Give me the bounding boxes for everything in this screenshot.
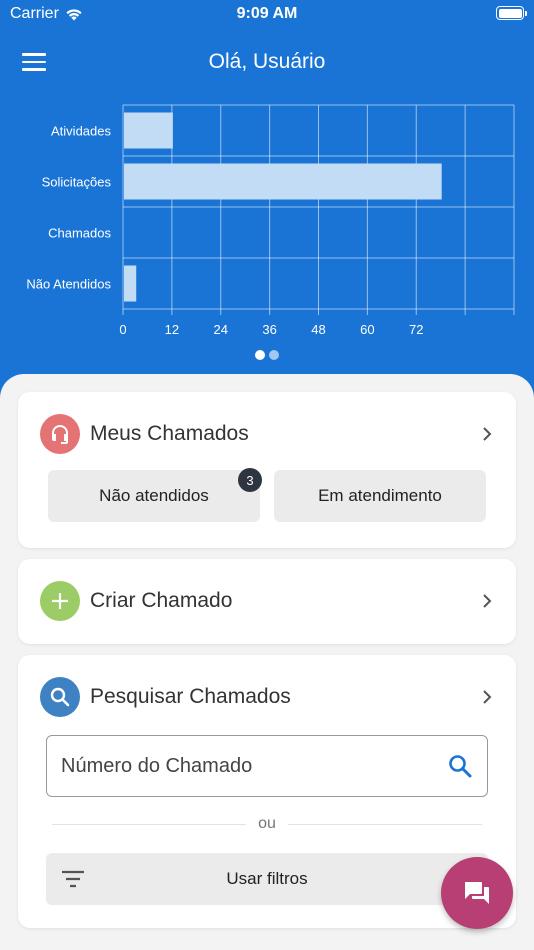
or-divider: ou [52, 815, 483, 833]
chart-category-label: Atividades [51, 124, 111, 139]
chart-x-tick-label: 72 [409, 322, 423, 337]
nao-atendidos-badge: 3 [238, 468, 262, 492]
chart-category-label: Solicitações [42, 175, 112, 190]
criar-chamado-header[interactable]: Criar Chamado [40, 581, 494, 621]
chart-x-tick-label: 24 [214, 322, 228, 337]
greeting-title: Olá, Usuário [208, 50, 326, 73]
summary-chart: Atividades Solicitações Chamados Não Atendi… [0, 96, 534, 346]
em-atendimento-button[interactable]: Em atendimento [274, 470, 486, 522]
chart-x-tick-label: 12 [165, 322, 179, 337]
chart-bar[interactable] [124, 112, 173, 149]
battery-icon [496, 6, 527, 20]
nao-atendidos-button[interactable]: Não atendidos 3 [48, 468, 262, 522]
em-atendimento-label: Em atendimento [318, 486, 442, 505]
headset-icon [40, 414, 80, 454]
chart-bar[interactable] [124, 163, 442, 200]
meus-chamados-card: Meus Chamados Não atendidos 3 Em atendim… [18, 392, 516, 548]
usar-filtros-button[interactable]: Usar filtros [46, 853, 488, 905]
chart-x-tick-label: 60 [360, 322, 374, 337]
search-icon [40, 677, 80, 717]
pager-dot-1[interactable] [255, 350, 265, 360]
chart-pager [0, 350, 534, 360]
or-label: ou [258, 815, 276, 832]
pesquisar-chamados-header[interactable]: Pesquisar Chamados [40, 677, 494, 717]
chevron-right-icon [483, 690, 492, 704]
chart-category-label: Não Atendidos [26, 277, 111, 292]
chart-x-tick-label: 36 [262, 322, 276, 337]
pesquisar-chamados-title: Pesquisar Chamados [90, 685, 291, 708]
app-bar: Olá, Usuário [0, 40, 534, 86]
chat-icon [465, 882, 489, 904]
chart-x-tick-label: 0 [119, 322, 126, 337]
criar-chamado-card: Criar Chamado [18, 559, 516, 644]
usar-filtros-label: Usar filtros [226, 869, 308, 888]
clock: 9:09 AM [236, 5, 298, 22]
numero-chamado-field [46, 735, 488, 797]
chat-fab[interactable] [441, 857, 513, 929]
meus-chamados-header[interactable]: Meus Chamados [40, 414, 494, 454]
pager-dot-2[interactable] [269, 350, 279, 360]
meus-chamados-title: Meus Chamados [90, 422, 249, 445]
bar-chart: Atividades Solicitações Chamados Não Atendi… [26, 104, 515, 337]
chart-category-label: Chamados [48, 226, 111, 241]
nao-atendidos-label: Não atendidos [99, 486, 209, 505]
plus-icon [40, 581, 80, 621]
chevron-right-icon [483, 594, 492, 608]
numero-chamado-input[interactable] [61, 754, 447, 778]
status-bar: Carrier 9:09 AM [0, 0, 534, 28]
search-submit-icon[interactable] [447, 753, 473, 779]
chart-x-tick-label: 48 [311, 322, 325, 337]
chevron-right-icon [483, 427, 492, 441]
chart-bar[interactable] [124, 265, 137, 302]
criar-chamado-title: Criar Chamado [90, 589, 233, 612]
